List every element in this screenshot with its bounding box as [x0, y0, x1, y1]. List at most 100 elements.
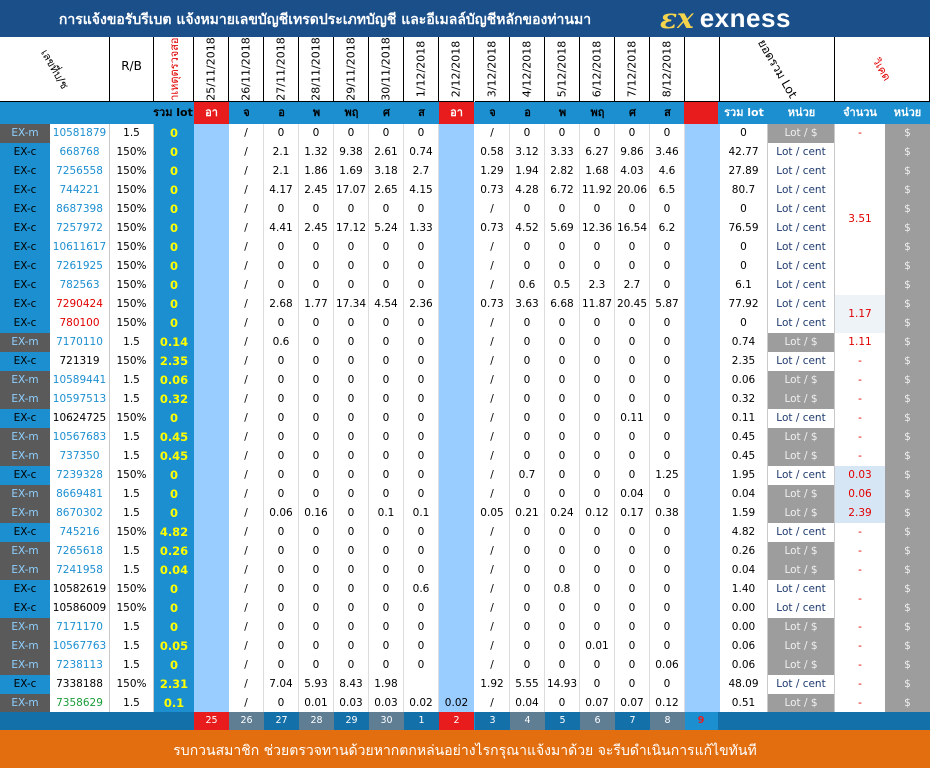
account-number[interactable]: 7238113	[50, 656, 110, 675]
account-number[interactable]: 737350	[50, 447, 110, 466]
row-gap	[685, 333, 720, 352]
account-number[interactable]: 10582619	[50, 580, 110, 599]
row-total-lot: 0.45	[720, 447, 768, 466]
account-type: EX-c	[0, 295, 50, 314]
day-lot-value: 0.02	[404, 694, 439, 713]
day-lot-value: /	[229, 295, 264, 314]
day-label: ส	[418, 106, 425, 119]
account-number[interactable]: 780100	[50, 314, 110, 333]
account-number[interactable]: 10581879	[50, 124, 110, 143]
day-lot-value: 0	[545, 656, 580, 675]
bottom-notice-bar: รบกวนสมาชิก ช่วยตรวจทานด้วยหากตกหล่นอย่า…	[0, 730, 930, 768]
account-number[interactable]: 7171170	[50, 618, 110, 637]
day-lot-value: 0	[404, 485, 439, 504]
day-lot-value: 0	[615, 257, 650, 276]
day-lot-value: 0	[334, 618, 369, 637]
row-currency: $	[885, 637, 930, 656]
account-type: EX-m	[0, 656, 50, 675]
day-label: อ	[524, 106, 531, 119]
header-date-cell: 26/11/2018	[229, 37, 264, 102]
day-lot-value	[194, 276, 229, 295]
day-lot-value	[439, 409, 474, 428]
account-type: EX-c	[0, 580, 50, 599]
account-number[interactable]: 8669481	[50, 485, 110, 504]
day-lot-value: 0	[299, 257, 334, 276]
account-number[interactable]: 7338188	[50, 675, 110, 694]
day-lot-value: 0	[369, 200, 404, 219]
day-lot-value: 2.45	[299, 181, 334, 200]
account-number[interactable]: 7265618	[50, 542, 110, 561]
row-unit: Lot / cent	[768, 599, 835, 618]
account-number[interactable]: 668768	[50, 143, 110, 162]
row-total-lot: 6.1	[720, 276, 768, 295]
account-number[interactable]: 10589441	[50, 371, 110, 390]
day-lot-value: /	[475, 428, 510, 447]
account-number[interactable]: 8687398	[50, 200, 110, 219]
account-type: EX-m	[0, 504, 50, 523]
account-number[interactable]: 8670302	[50, 504, 110, 523]
row-unit: Lot / $	[768, 694, 835, 713]
account-number[interactable]: 7290424	[50, 295, 110, 314]
day-lot-value: 0	[369, 542, 404, 561]
day-lot-value: 0.16	[299, 504, 334, 523]
account-type: EX-m	[0, 485, 50, 504]
account-type: EX-c	[0, 200, 50, 219]
row-gap	[685, 618, 720, 637]
account-number[interactable]: 7256558	[50, 162, 110, 181]
account-number[interactable]: 782563	[50, 276, 110, 295]
day-lot-value: 0	[615, 333, 650, 352]
account-number[interactable]: 721319	[50, 352, 110, 371]
day-lot-value: 1.69	[334, 162, 369, 181]
row-sum-lot: 0	[154, 485, 194, 504]
day-lot-value: 0	[264, 580, 299, 599]
day-lot-value: 0	[510, 428, 545, 447]
day-lot-value	[439, 371, 474, 390]
day-lot-value: /	[229, 523, 264, 542]
account-number[interactable]: 10567683	[50, 428, 110, 447]
account-number[interactable]: 7257972	[50, 219, 110, 238]
account-number[interactable]: 745216	[50, 523, 110, 542]
day-lot-value	[194, 561, 229, 580]
account-number[interactable]: 7358629	[50, 694, 110, 713]
day-lot-value: 0	[650, 352, 685, 371]
account-number[interactable]: 10611617	[50, 238, 110, 257]
account-number[interactable]: 7261925	[50, 257, 110, 276]
day-lot-value: 0	[404, 314, 439, 333]
table-row: EX-m 8669481 1.5 0/0 0 0 0 0/0 0 0 0.04 0 0.04 Lot / …	[0, 485, 930, 504]
account-number[interactable]: 10586009	[50, 599, 110, 618]
account-number[interactable]: 7241958	[50, 561, 110, 580]
day-lot-value: /	[475, 200, 510, 219]
day-lot-value: /	[475, 694, 510, 713]
footer-day: 7	[615, 712, 650, 730]
day-lot-value: /	[475, 618, 510, 637]
account-type: EX-m	[0, 447, 50, 466]
day-lot-value	[439, 656, 474, 675]
day-lot-value: 0	[299, 390, 334, 409]
account-type: EX-m	[0, 124, 50, 143]
row-gap	[685, 371, 720, 390]
table-row: EX-c 782563 150% 0/0 0 0 0 0/0.6 0.5 2.3 2.7 0 6.1 Lo…	[0, 276, 930, 295]
account-number[interactable]: 10567763	[50, 637, 110, 656]
row-unit: Lot / cent	[768, 200, 835, 219]
row-currency: $	[885, 466, 930, 485]
day-lot-value: 0	[334, 200, 369, 219]
day-lot-value: 0.01	[299, 694, 334, 713]
table-row: EX-c 7338188 150% 2.31 /7.04 5.93 8.43 1.98 1.92…	[0, 675, 930, 694]
row-unit: Lot / cent	[768, 257, 835, 276]
row-total-lot: 0.04	[720, 561, 768, 580]
day-lot-value: 0	[545, 390, 580, 409]
account-number[interactable]: 744221	[50, 181, 110, 200]
rebate-rate: 150%	[110, 143, 154, 162]
account-type: EX-c	[0, 523, 50, 542]
row-currency: $	[885, 504, 930, 523]
account-number[interactable]: 7170110	[50, 333, 110, 352]
account-number[interactable]: 10624725	[50, 409, 110, 428]
account-number[interactable]: 7239328	[50, 466, 110, 485]
row-total-lot: 1.95	[720, 466, 768, 485]
day-lot-value: /	[229, 580, 264, 599]
header-date: 27/11/2018	[274, 37, 288, 101]
account-number[interactable]: 10597513	[50, 390, 110, 409]
day-lot-value: 0	[264, 428, 299, 447]
row-currency: $	[885, 447, 930, 466]
day-lot-value: /	[229, 542, 264, 561]
